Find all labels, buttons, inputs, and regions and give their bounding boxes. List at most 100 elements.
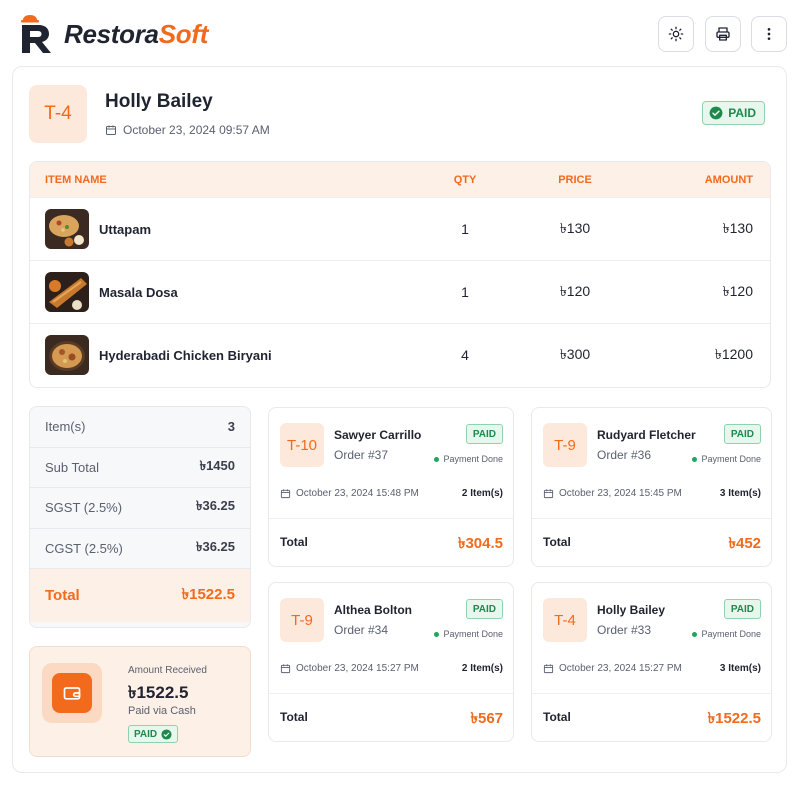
order-status-badge: PAID: [702, 101, 765, 125]
order-customer-name: Althea Bolton: [334, 603, 412, 617]
brand-name: RestoraSoft: [64, 19, 208, 50]
order-status-badge: PAID: [723, 424, 761, 444]
item-name-cell: Uttapam: [30, 209, 430, 249]
order-customer-name: Sawyer Carrillo: [334, 428, 422, 442]
order-datetime-text: October 23, 2024 15:27 PM: [559, 663, 682, 674]
header-price: PRICE: [558, 173, 592, 186]
calendar-icon: [280, 664, 291, 674]
order-card[interactable]: T-10 Sawyer Carrillo Order #37 PAID Paym…: [268, 407, 514, 567]
summary-sgst-value: ৳36.25: [195, 498, 235, 514]
order-customer-name: Holly Bailey: [597, 603, 666, 617]
received-status-badge: PAID: [128, 725, 179, 743]
order-number: Order #37: [334, 448, 389, 462]
order-datetime: October 23, 2024 09:57 AM: [105, 123, 270, 137]
order-number: Order #34: [334, 623, 389, 637]
item-name-cell: Hyderabadi Chicken Biryani: [30, 335, 430, 375]
order-total-label: Total: [280, 710, 308, 724]
wallet-icon-box: [42, 663, 102, 723]
order-status-text: PAID: [728, 106, 756, 120]
order-number: Order #36: [597, 448, 652, 462]
order-item-count: 2 Item(s): [461, 488, 503, 499]
summary-sgst-label: SGST (2.5%): [45, 500, 123, 516]
header-amount: AMOUNT: [704, 173, 753, 186]
summary-cgst-label: CGST (2.5%): [45, 540, 123, 556]
item-amount: ৳130: [722, 220, 753, 236]
summary-items-label: Item(s): [45, 419, 86, 435]
wallet-icon: [63, 687, 81, 700]
item-name: Masala Dosa: [99, 284, 178, 300]
brand-logo[interactable]: RestoraSoft: [18, 14, 208, 54]
summary-total-label: Total: [45, 587, 80, 604]
masala-dosa-image: [45, 272, 89, 312]
order-item-count: 2 Item(s): [461, 663, 503, 674]
order-total-value: ৳567: [470, 710, 504, 727]
order-card[interactable]: T-9 Althea Bolton Order #34 PAID Payment…: [268, 582, 514, 742]
order-summary: Item(s) 3 Sub Total ৳1450 SGST (2.5%) ৳3…: [29, 406, 251, 628]
payment-status: Payment Done: [434, 629, 503, 639]
calendar-icon: [543, 489, 554, 499]
summary-total-row: Total ৳1522.5: [30, 569, 250, 622]
order-datetime-text: October 23, 2024 15:45 PM: [559, 488, 682, 499]
calendar-icon: [543, 664, 554, 674]
header-item-name: ITEM NAME: [45, 173, 107, 186]
top-bar: RestoraSoft: [0, 0, 800, 66]
summary-subtotal-label: Sub Total: [45, 459, 99, 475]
item-qty: 1: [461, 284, 469, 300]
item-price: ৳300: [559, 346, 591, 362]
order-table-badge: T-10: [280, 423, 324, 467]
restorasoft-logo-icon: [21, 15, 51, 53]
payment-status: Payment Done: [692, 454, 761, 464]
payment-status: Payment Done: [434, 454, 503, 464]
item-qty: 1: [461, 221, 469, 237]
payment-status-text: Payment Done: [701, 629, 761, 639]
check-circle-icon: [161, 728, 172, 740]
order-datetime-text: October 23, 2024 09:57 AM: [123, 123, 270, 137]
summary-subtotal-value: ৳1450: [199, 457, 235, 473]
divider: [532, 693, 771, 694]
divider: [269, 518, 513, 519]
order-detail-card: T-4 Holly Bailey October 23, 2024 09:57 …: [12, 66, 787, 773]
order-items-table: ITEM NAME QTY PRICE AMOUNT Uttapam 1 ৳13…: [29, 161, 771, 388]
order-card[interactable]: T-9 Rudyard Fletcher Order #36 PAID Paym…: [531, 407, 772, 567]
order-number: Order #33: [597, 623, 652, 637]
uttapam-image: [45, 209, 89, 249]
check-circle-icon: [709, 106, 723, 120]
order-card[interactable]: T-4 Holly Bailey Order #33 PAID Payment …: [531, 582, 772, 742]
amount-received-value: ৳1522.5: [128, 683, 189, 702]
table-number-badge: T-4: [29, 85, 87, 143]
status-dot-icon: [692, 631, 698, 637]
table-row: Uttapam 1 ৳130 ৳130: [30, 197, 770, 260]
order-status-badge: PAID: [723, 599, 761, 619]
summary-sgst-row: SGST (2.5%) ৳36.25: [30, 488, 250, 529]
calendar-icon: [106, 125, 116, 135]
status-dot-icon: [692, 456, 698, 462]
order-datetime: October 23, 2024 15:45 PM: [543, 488, 682, 499]
order-table-badge: T-9: [280, 598, 324, 642]
received-status-text: PAID: [134, 728, 158, 740]
item-name: Hyderabadi Chicken Biryani: [99, 347, 272, 363]
item-qty: 4: [461, 347, 469, 363]
status-dot-icon: [434, 456, 440, 462]
theme-toggle-button[interactable]: [658, 16, 694, 52]
amount-received-label: Amount Received: [128, 665, 207, 676]
table-row: Masala Dosa 1 ৳120 ৳120: [30, 260, 770, 323]
print-button[interactable]: [705, 16, 741, 52]
order-customer-name: Rudyard Fletcher: [597, 428, 696, 442]
order-total-label: Total: [280, 535, 308, 549]
calendar-icon: [280, 489, 291, 499]
item-price: ৳120: [559, 283, 591, 299]
order-status-badge: PAID: [465, 424, 503, 444]
summary-cgst-row: CGST (2.5%) ৳36.25: [30, 529, 250, 569]
summary-items-row: Item(s) 3: [30, 407, 250, 448]
order-item-count: 3 Item(s): [719, 663, 761, 674]
status-dot-icon: [434, 631, 440, 637]
order-item-count: 3 Item(s): [719, 488, 761, 499]
printer-icon: [716, 27, 730, 41]
order-total-label: Total: [543, 710, 571, 724]
more-options-button[interactable]: [751, 16, 787, 52]
order-total-value: ৳304.5: [457, 535, 503, 552]
summary-cgst-value: ৳36.25: [195, 538, 235, 554]
item-name: Uttapam: [99, 221, 152, 237]
order-datetime: October 23, 2024 15:27 PM: [543, 663, 682, 674]
divider: [269, 693, 513, 694]
